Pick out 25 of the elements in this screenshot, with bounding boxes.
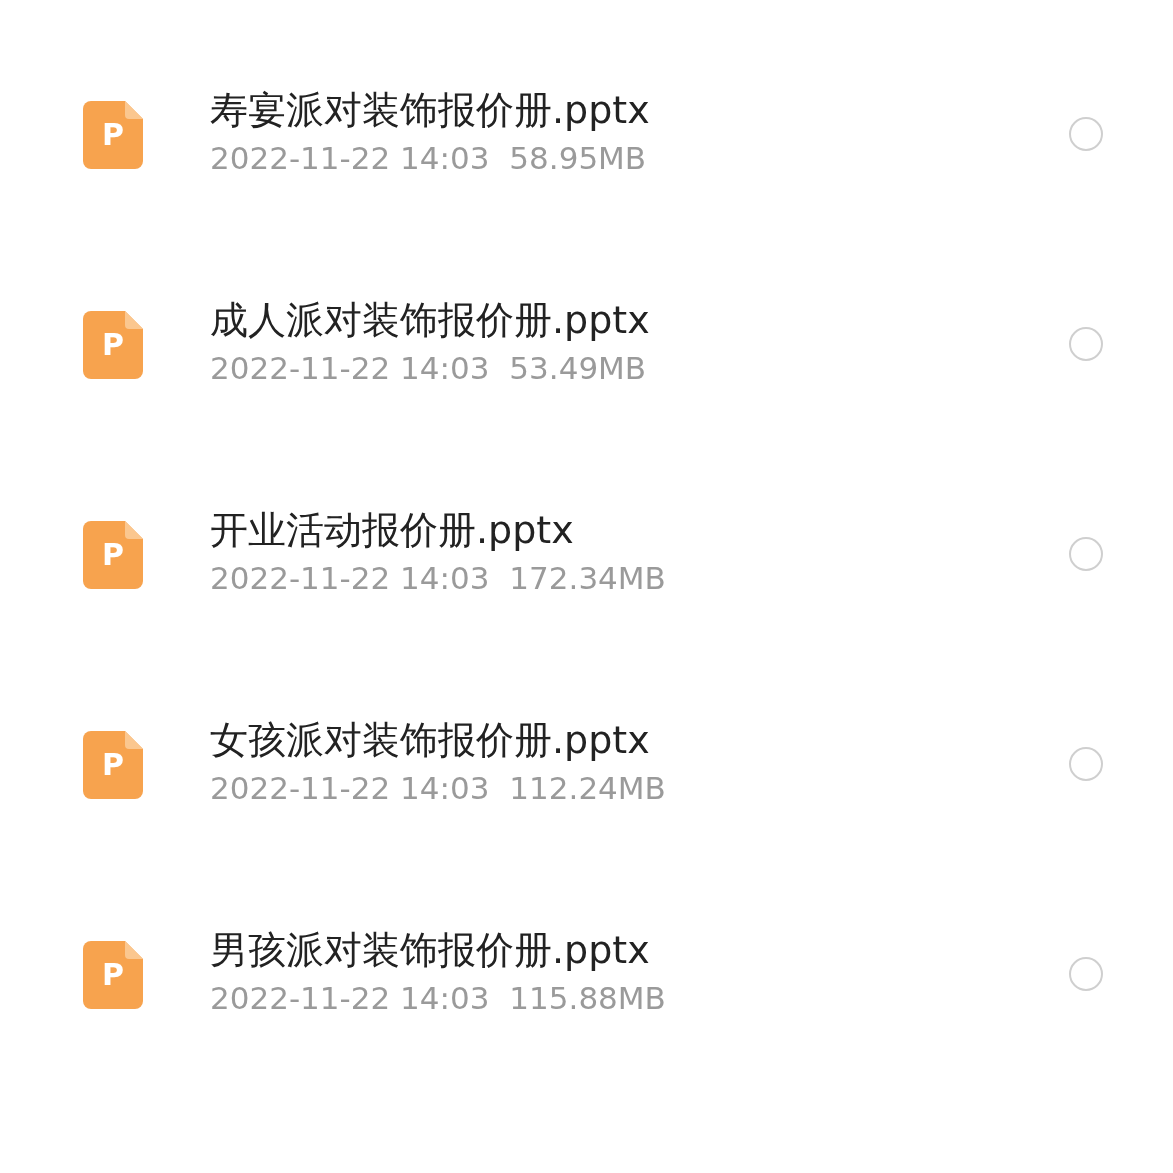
file-date: 2022-11-22 14:03 xyxy=(210,349,490,388)
file-date: 2022-11-22 14:03 xyxy=(210,769,490,808)
file-name: 成人派对装饰报价册.pptx xyxy=(210,297,650,344)
select-radio[interactable] xyxy=(1069,747,1103,781)
presentation-file-icon: P xyxy=(83,101,143,169)
file-date: 2022-11-22 14:03 xyxy=(210,559,490,598)
file-size: 172.34MB xyxy=(509,559,666,598)
presentation-file-icon: P xyxy=(83,521,143,589)
file-date: 2022-11-22 14:03 xyxy=(210,979,490,1018)
file-size: 53.49MB xyxy=(509,349,647,388)
file-size: 115.88MB xyxy=(509,979,666,1018)
presentation-file-icon: P xyxy=(83,731,143,799)
presentation-file-icon: P xyxy=(83,311,143,379)
select-radio[interactable] xyxy=(1069,537,1103,571)
file-date: 2022-11-22 14:03 xyxy=(210,139,490,178)
file-size: 58.95MB xyxy=(509,139,647,178)
presentation-file-icon: P xyxy=(83,941,143,1009)
file-name: 开业活动报价册.pptx xyxy=(210,507,575,554)
select-radio[interactable] xyxy=(1069,327,1103,361)
select-radio[interactable] xyxy=(1069,117,1103,151)
file-name: 男孩派对装饰报价册.pptx xyxy=(210,927,651,974)
file-size: 112.24MB xyxy=(509,769,666,808)
select-radio[interactable] xyxy=(1069,957,1103,991)
file-name: 女孩派对装饰报价册.pptx xyxy=(210,717,651,764)
file-name: 寿宴派对装饰报价册.pptx xyxy=(210,87,650,134)
